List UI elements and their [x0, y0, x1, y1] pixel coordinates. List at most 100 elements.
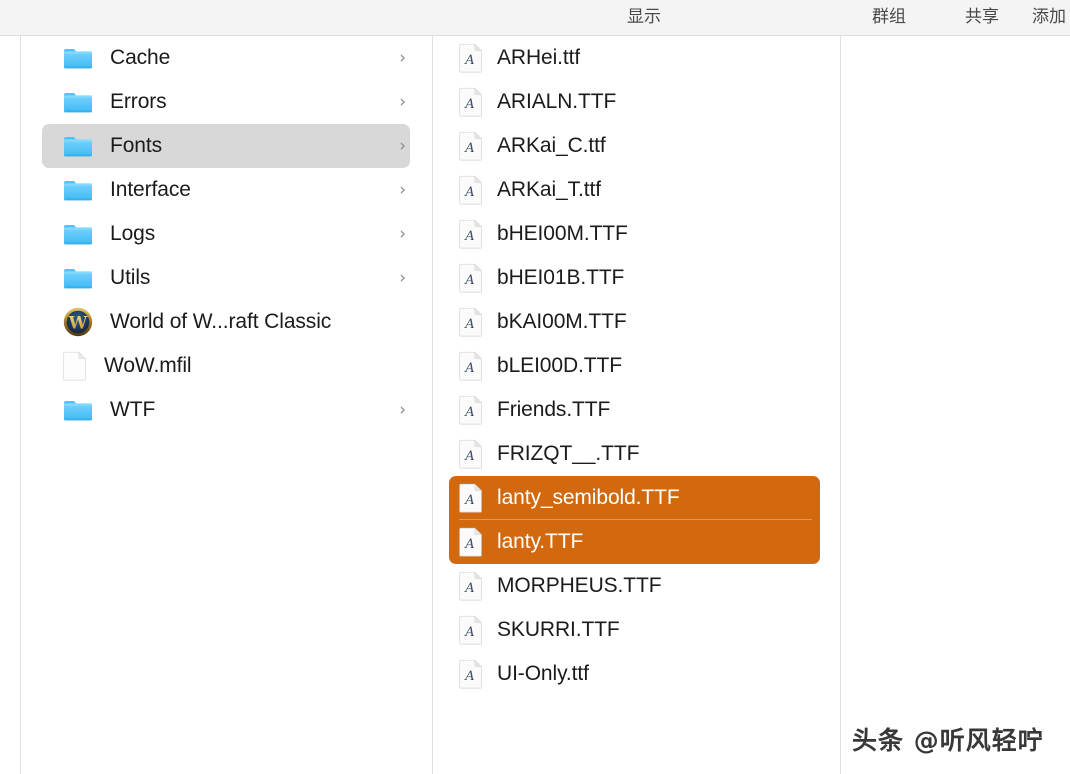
file-item-label: lanty_semibold.TTF [497, 486, 680, 509]
font-file-icon: A [459, 527, 483, 557]
folder-icon [64, 225, 92, 245]
chevron-right-icon: › [399, 223, 406, 244]
svg-text:A: A [464, 537, 474, 552]
toolbar-display-button[interactable]: 显示 [627, 9, 661, 26]
chevron-right-icon: › [399, 91, 406, 112]
file-item-label: ARKai_T.ttf [497, 178, 601, 201]
file-item-bhei01b-ttf[interactable]: AbHEI01B.TTF [449, 256, 820, 300]
file-item-skurri-ttf[interactable]: A SKURRI.TTF [449, 608, 820, 652]
file-item-friends-ttf[interactable]: A Friends.TTF [449, 388, 820, 432]
folder-icon [64, 137, 92, 157]
svg-text:A: A [464, 97, 474, 112]
chevron-right-icon: › [399, 135, 406, 156]
file-item-label: ARKai_C.ttf [497, 134, 606, 157]
svg-text:A: A [464, 625, 474, 640]
file-item-bkai00m-ttf[interactable]: AbKAI00M.TTF [449, 300, 820, 344]
svg-text:W: W [68, 313, 88, 332]
sidebar-item-label: WoW.mfil [104, 354, 192, 377]
file-item-label: FRIZQT__.TTF [497, 442, 640, 465]
toolbar-add-button[interactable]: 添加 [1032, 9, 1066, 26]
file-item-label: bLEI00D.TTF [497, 354, 622, 377]
svg-text:A: A [464, 361, 474, 376]
file-item-label: bHEI01B.TTF [497, 266, 625, 289]
svg-text:A: A [464, 273, 474, 288]
folder-icon [64, 401, 92, 421]
font-file-icon: A [459, 43, 483, 73]
font-file-icon: A [459, 175, 483, 205]
sidebar-item-label: Interface [110, 178, 191, 201]
wow-app-icon: W [63, 307, 93, 337]
font-file-icon: A [459, 307, 483, 337]
font-file-icon: A [459, 395, 483, 425]
sidebar-item-wow-mfil[interactable]: WoW.mfil [42, 344, 410, 388]
sidebar-item-label: Utils [110, 266, 151, 289]
finder-column-fonts: A ARHei.ttf A ARIALN.TTF A ARKai_C.ttf A ARKai_… [433, 36, 840, 774]
chevron-right-icon: › [399, 47, 406, 68]
sidebar-item-wtf[interactable]: WTF › [42, 388, 410, 432]
sidebar-item-label: Fonts [110, 134, 163, 157]
finder-toolbar: 显示 群组 共享 添加 [0, 0, 1070, 36]
toolbar-group-button[interactable]: 群组 [872, 9, 906, 26]
file-item-label: ARHei.ttf [497, 46, 581, 69]
file-item-label: UI-Only.ttf [497, 662, 589, 685]
file-item-label: ARIALN.TTF [497, 90, 617, 113]
file-item-label: Friends.TTF [497, 398, 611, 421]
chevron-right-icon: › [399, 179, 406, 200]
sidebar-item-label: World of W...raft Classic [110, 310, 332, 333]
finder-window: 显示 群组 共享 添加 Cache › Errors › Fonts › Interface… [0, 0, 1070, 774]
sidebar-item-label: Logs [110, 222, 156, 245]
svg-text:A: A [464, 449, 474, 464]
font-file-icon: A [459, 571, 483, 601]
file-item-arialn-ttf[interactable]: A ARIALN.TTF [449, 80, 820, 124]
svg-text:A: A [464, 669, 474, 684]
font-file-icon: A [459, 263, 483, 293]
file-item-frizqt-ttf[interactable]: A FRIZQT__.TTF [449, 432, 820, 476]
font-file-icon: A [459, 659, 483, 689]
svg-text:A: A [464, 317, 474, 332]
svg-text:A: A [464, 581, 474, 596]
file-item-arkai-t-ttf[interactable]: A ARKai_T.ttf [449, 168, 820, 212]
file-item-bhei00m-ttf[interactable]: AbHEI00M.TTF [449, 212, 820, 256]
file-item-label: lanty.TTF [497, 530, 584, 553]
font-file-icon: A [459, 351, 483, 381]
font-file-icon: A [459, 219, 483, 249]
font-file-icon: A [459, 131, 483, 161]
sidebar-item-world-of-w-raft-classic[interactable]: W World of W...raft Classic [42, 300, 410, 344]
svg-text:A: A [464, 141, 474, 156]
file-item-label: MORPHEUS.TTF [497, 574, 662, 597]
sidebar-item-errors[interactable]: Errors › [42, 80, 410, 124]
file-item-blei00d-ttf[interactable]: AbLEI00D.TTF [449, 344, 820, 388]
finder-preview-column [841, 36, 1070, 774]
folder-icon [64, 93, 92, 113]
sidebar-item-cache[interactable]: Cache › [42, 36, 410, 80]
file-item-arhei-ttf[interactable]: A ARHei.ttf [449, 36, 820, 80]
file-item-label: bHEI00M.TTF [497, 222, 628, 245]
file-item-lanty-ttf[interactable]: Alanty.TTF [449, 520, 820, 564]
chevron-right-icon: › [399, 267, 406, 288]
svg-text:A: A [464, 229, 474, 244]
watermark-text: 头条 @听风轻咛 [852, 726, 1044, 755]
sidebar-item-fonts[interactable]: Fonts › [42, 124, 410, 168]
document-icon [63, 351, 87, 381]
file-item-label: SKURRI.TTF [497, 618, 620, 641]
font-file-icon: A [459, 439, 483, 469]
sidebar-item-utils[interactable]: Utils › [42, 256, 410, 300]
toolbar-share-button[interactable]: 共享 [965, 9, 999, 26]
finder-column-parent: Cache › Errors › Fonts › Interface › Logs › Utils ›… [21, 36, 432, 774]
file-item-ui-only-ttf[interactable]: A UI-Only.ttf [449, 652, 820, 696]
sidebar-item-label: WTF [110, 398, 156, 421]
font-file-icon: A [459, 87, 483, 117]
folder-icon [64, 49, 92, 69]
svg-text:A: A [464, 53, 474, 68]
sidebar-item-interface[interactable]: Interface › [42, 168, 410, 212]
svg-text:A: A [464, 493, 474, 508]
file-item-lanty-semibold-ttf[interactable]: Alanty_semibold.TTF [449, 476, 820, 520]
file-item-arkai-c-ttf[interactable]: A ARKai_C.ttf [449, 124, 820, 168]
file-item-morpheus-ttf[interactable]: A MORPHEUS.TTF [449, 564, 820, 608]
svg-text:A: A [464, 405, 474, 420]
folder-icon [64, 181, 92, 201]
file-item-label: bKAI00M.TTF [497, 310, 627, 333]
sidebar-item-label: Cache [110, 46, 171, 69]
sidebar-item-logs[interactable]: Logs › [42, 212, 410, 256]
folder-icon [64, 269, 92, 289]
